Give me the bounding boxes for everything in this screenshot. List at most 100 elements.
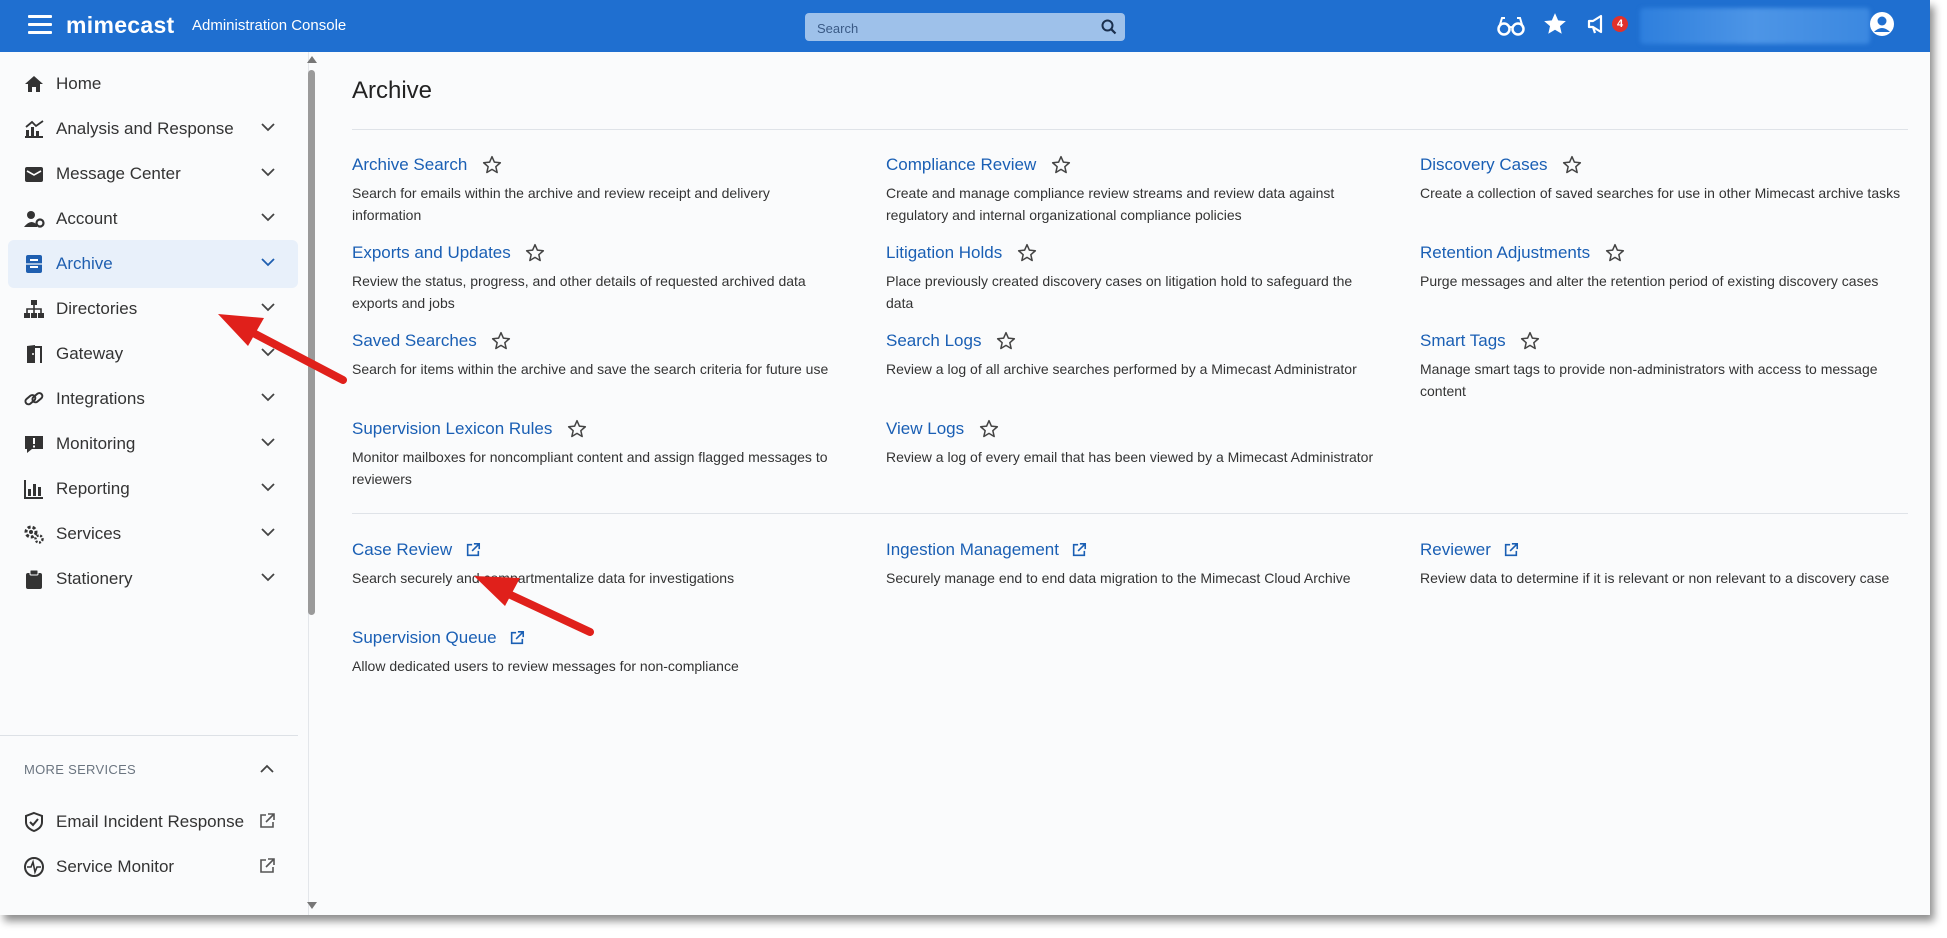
card-title-link[interactable]: Discovery Cases: [1420, 155, 1548, 175]
chevron-down-icon[interactable]: [261, 393, 275, 402]
sidebar-item-home[interactable]: Home: [8, 60, 298, 108]
search-input[interactable]: [815, 17, 1089, 39]
star-outline-icon[interactable]: [1051, 155, 1071, 175]
chevron-down-icon[interactable]: [261, 528, 275, 537]
sidebar-item-label: Services: [56, 524, 122, 543]
card-title-link[interactable]: View Logs: [886, 419, 964, 439]
sidebar-item-message-center[interactable]: Message Center: [8, 150, 298, 198]
card-reviewer: Reviewer Review data to determine if it …: [1420, 540, 1920, 589]
card-supervision-queue: Supervision Queue Allow dedicated users …: [352, 628, 852, 677]
reporting-icon: [24, 480, 43, 499]
scrollbar-thumb[interactable]: [308, 70, 315, 615]
stationery-icon: [26, 569, 42, 589]
star-outline-icon[interactable]: [482, 155, 502, 175]
card-description: Allow dedicated users to review messages…: [352, 658, 739, 674]
card-title-link[interactable]: Ingestion Management: [886, 540, 1059, 560]
card-title-link[interactable]: Exports and Updates: [352, 243, 511, 263]
card-description: Place previously created discovery cases…: [886, 273, 1353, 311]
card-title-link[interactable]: Archive Search: [352, 155, 467, 175]
services-icon: [24, 525, 44, 544]
chevron-down-icon[interactable]: [261, 123, 275, 132]
sidebar-item-email-incident-response[interactable]: Email Incident Response: [8, 798, 298, 846]
card-title-link[interactable]: Smart Tags: [1420, 331, 1506, 351]
star-outline-icon[interactable]: [1605, 243, 1625, 263]
chevron-down-icon[interactable]: [261, 258, 275, 267]
card-view-logs: View Logs Review a log of every email th…: [886, 419, 1386, 468]
sidebar-item-account[interactable]: Account: [8, 195, 298, 243]
chevron-down-icon[interactable]: [261, 483, 275, 492]
chevron-down-icon[interactable]: [261, 438, 275, 447]
card-title-link[interactable]: Search Logs: [886, 331, 981, 351]
card-title-link[interactable]: Saved Searches: [352, 331, 477, 351]
integrations-icon: [24, 392, 44, 406]
glasses-icon[interactable]: [1497, 14, 1525, 38]
star-outline-icon[interactable]: [979, 419, 999, 439]
card-description: Review data to determine if it is releva…: [1420, 570, 1890, 586]
megaphone-icon[interactable]: [1586, 12, 1612, 36]
card-title-link[interactable]: Litigation Holds: [886, 243, 1002, 263]
sidebar-item-stationery[interactable]: Stationery: [8, 555, 298, 603]
card-title-link[interactable]: Supervision Lexicon Rules: [352, 419, 552, 439]
chevron-down-icon[interactable]: [261, 573, 275, 582]
hamburger-menu-icon[interactable]: [28, 15, 52, 35]
directories-icon: [24, 300, 44, 318]
star-outline-icon[interactable]: [1520, 331, 1540, 351]
card-description: Review a log of every email that has bee…: [886, 449, 1374, 465]
star-outline-icon[interactable]: [1562, 155, 1582, 175]
sidebar-item-reporting[interactable]: Reporting: [8, 465, 298, 513]
card-title-link[interactable]: Reviewer: [1420, 540, 1491, 560]
external-link-icon[interactable]: [465, 542, 481, 558]
external-link-icon[interactable]: [258, 857, 276, 875]
chevron-up-icon[interactable]: [260, 764, 274, 773]
external-link-icon[interactable]: [1071, 542, 1087, 558]
archive-icon: [26, 255, 42, 273]
user-avatar-icon[interactable]: [1869, 11, 1895, 37]
card-title-link[interactable]: Retention Adjustments: [1420, 243, 1590, 263]
external-link-icon[interactable]: [258, 812, 276, 830]
sidebar-item-label: Account: [56, 209, 118, 228]
chevron-down-icon[interactable]: [261, 348, 275, 357]
star-favorites-icon[interactable]: [1542, 11, 1568, 37]
star-outline-icon[interactable]: [525, 243, 545, 263]
scroll-up-arrow-icon[interactable]: [307, 56, 317, 63]
card-title-link[interactable]: Compliance Review: [886, 155, 1036, 175]
sidebar-item-archive[interactable]: Archive: [8, 240, 298, 288]
sidebar-item-integrations[interactable]: Integrations: [8, 375, 298, 423]
app-window: mimecast Administration Console 4: [0, 0, 1930, 915]
star-outline-icon[interactable]: [1017, 243, 1037, 263]
card-description: Monitor mailboxes for noncompliant conte…: [352, 449, 828, 487]
analytics-icon: [25, 120, 44, 138]
sidebar-item-directories[interactable]: Directories: [8, 285, 298, 333]
card-description: Review the status, progress, and other d…: [352, 273, 806, 311]
sidebar-item-services[interactable]: Services: [8, 510, 298, 558]
search-icon[interactable]: [1101, 19, 1117, 35]
star-outline-icon[interactable]: [567, 419, 587, 439]
card-title-link[interactable]: Case Review: [352, 540, 452, 560]
external-link-icon[interactable]: [1503, 542, 1519, 558]
message-center-icon: [25, 167, 43, 182]
chevron-down-icon[interactable]: [261, 213, 275, 222]
scroll-down-arrow-icon[interactable]: [307, 902, 317, 909]
card-title-link[interactable]: Supervision Queue: [352, 628, 497, 648]
console-title: Administration Console: [192, 17, 347, 34]
main-content: Archive Archive Search Search for emails…: [318, 52, 1930, 915]
sidebar-item-gateway[interactable]: Gateway: [8, 330, 298, 378]
section-divider: [352, 513, 1908, 514]
sidebar-item-service-monitor[interactable]: Service Monitor: [8, 843, 298, 891]
star-outline-icon[interactable]: [491, 331, 511, 351]
sidebar-item-monitoring[interactable]: Monitoring: [8, 420, 298, 468]
account-gear-icon: [24, 211, 45, 228]
sidebar-item-label: Gateway: [56, 344, 124, 363]
card-description: Create and manage compliance review stre…: [886, 185, 1335, 223]
card-description: Purge messages and alter the retention p…: [1420, 273, 1879, 289]
sidebar-item-label: Service Monitor: [56, 857, 175, 876]
chevron-down-icon[interactable]: [261, 303, 275, 312]
sidebar-item-analysis-and-response[interactable]: Analysis and Response: [8, 105, 298, 153]
chevron-down-icon[interactable]: [261, 168, 275, 177]
sidebar-item-label: Monitoring: [56, 434, 136, 453]
external-link-icon[interactable]: [509, 630, 525, 646]
card-description: Create a collection of saved searches fo…: [1420, 185, 1901, 201]
star-outline-icon[interactable]: [996, 331, 1016, 351]
card-discovery-cases: Discovery Cases Create a collection of s…: [1420, 155, 1920, 204]
card-retention-adjustments: Retention Adjustments Purge messages and…: [1420, 243, 1920, 292]
